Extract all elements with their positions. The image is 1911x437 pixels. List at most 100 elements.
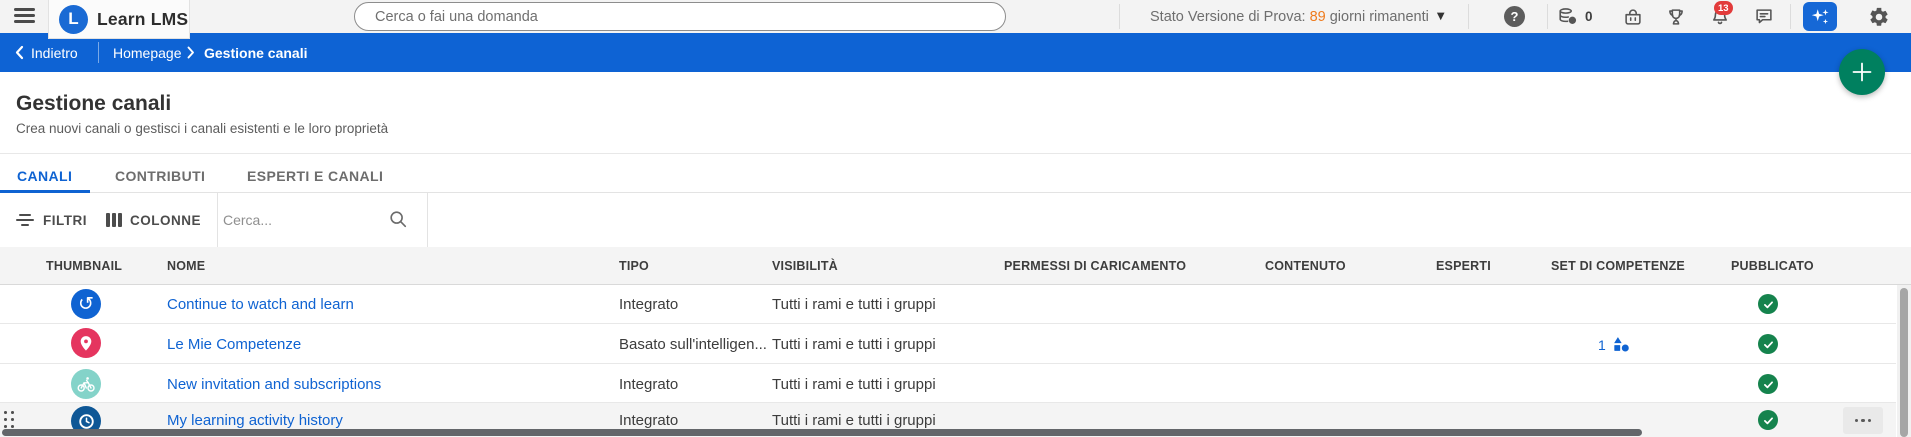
divider (427, 193, 428, 247)
col-header-pubblicato[interactable]: PUBBLICATO (1731, 259, 1814, 273)
table-toolbar: FILTRI COLONNE (0, 193, 1911, 247)
hamburger-menu-icon[interactable] (14, 8, 35, 25)
competence-sets-count: 1 (1598, 336, 1606, 353)
col-header-tipo[interactable]: TIPO (619, 259, 649, 273)
ellipsis-icon (1854, 418, 1859, 423)
history-icon: ↺ (78, 292, 94, 315)
table-row: ↺ Continue to watch and learn Integrato … (0, 285, 1896, 323)
tab-esperti-e-canali[interactable]: ESPERTI E CANALI (247, 168, 383, 184)
logo-icon: L (59, 4, 88, 34)
bike-icon (77, 377, 95, 392)
rewards-button[interactable] (1621, 5, 1645, 29)
col-header-nome[interactable]: NOME (167, 259, 205, 273)
clock-icon (78, 413, 94, 429)
table-search-input[interactable] (223, 207, 383, 233)
filters-label: FILTRI (43, 212, 87, 228)
search-submit-button[interactable] (388, 209, 408, 232)
channel-type: Integrato (619, 296, 679, 313)
channel-thumbnail (71, 369, 101, 399)
vertical-scrollbar-thumb[interactable] (1900, 288, 1908, 437)
trial-status-label: Stato Versione di Prova: (1150, 8, 1306, 25)
global-search-input[interactable] (355, 3, 1005, 30)
add-channel-button[interactable] (1839, 49, 1885, 95)
competence-sets-link[interactable]: 1 (1598, 336, 1631, 353)
published-check-icon (1758, 410, 1778, 430)
search-icon (390, 211, 407, 228)
divider (1547, 4, 1548, 29)
back-label: Indietro (31, 44, 78, 61)
published-check-icon (1758, 374, 1778, 394)
global-search (354, 2, 1006, 31)
app-window: Stato Versione di Prova: 89 giorni riman… (0, 0, 1911, 437)
divider (217, 193, 218, 247)
divider (1468, 4, 1469, 29)
table-row: New invitation and subscriptions Integra… (0, 363, 1896, 402)
col-header-contenuto[interactable]: CONTENUTO (1265, 259, 1346, 273)
chat-icon (1756, 9, 1772, 24)
channel-thumbnail (71, 328, 101, 358)
help-button[interactable]: ? (1504, 6, 1525, 27)
channel-type: Basato sull'intelligen... (619, 336, 767, 353)
trophy-icon (1669, 9, 1683, 25)
tab-contributi[interactable]: CONTRIBUTI (115, 168, 205, 184)
columns-label: COLONNE (130, 212, 201, 228)
channel-visibility: Tutti i rami e tutti i gruppi (772, 412, 936, 429)
channel-name-link[interactable]: Continue to watch and learn (167, 296, 354, 313)
logo-text: Learn LMS (97, 8, 189, 29)
breadcrumb-bar: Indietro Homepage Gestione canali (0, 33, 1911, 72)
published-check-icon (1758, 294, 1778, 314)
trial-status-suffix: giorni rimanenti (1329, 8, 1429, 25)
divider (1119, 4, 1120, 29)
col-header-esperti[interactable]: ESPERTI (1436, 259, 1491, 273)
chevron-down-icon: ▼ (1436, 11, 1445, 22)
divider (98, 42, 99, 63)
page-title: Gestione canali (16, 92, 172, 115)
columns-icon (106, 213, 122, 227)
channel-type: Integrato (619, 412, 679, 429)
col-header-visibilita[interactable]: VISIBILITÀ (772, 259, 838, 273)
col-header-thumbnail[interactable]: THUMBNAIL (46, 259, 122, 273)
table-header-row: THUMBNAIL NOME TIPO VISIBILITÀ PERMESSI … (0, 247, 1911, 285)
columns-button[interactable]: COLONNE (106, 193, 201, 247)
chevron-left-icon (15, 45, 24, 60)
col-header-set-competenze[interactable]: SET DI COMPETENZE (1551, 259, 1685, 273)
divider (0, 153, 1911, 154)
divider (1790, 4, 1791, 29)
row-menu-button[interactable] (1843, 407, 1883, 434)
pin-icon (80, 335, 92, 351)
coins-count: 0 (1585, 9, 1593, 24)
shapes-icon (1613, 337, 1629, 352)
channel-name-link[interactable]: Le Mie Competenze (167, 336, 301, 353)
page-subtitle: Crea nuovi canali o gestisci i canali es… (16, 121, 389, 136)
plus-icon (1852, 62, 1872, 82)
tab-canali[interactable]: CANALI (17, 168, 72, 184)
gift-icon (1625, 9, 1641, 25)
app-logo[interactable]: L Learn LMS (48, 0, 190, 39)
tab-bar: CANALI CONTRIBUTI ESPERTI E CANALI (0, 160, 1911, 193)
coins-button[interactable] (1556, 5, 1580, 29)
channel-visibility: Tutti i rami e tutti i gruppi (772, 376, 936, 393)
settings-button[interactable] (1867, 5, 1891, 29)
filters-button[interactable]: FILTRI (15, 193, 87, 247)
breadcrumb-current: Gestione canali (204, 44, 308, 61)
gear-icon (1870, 7, 1888, 26)
trial-status[interactable]: Stato Versione di Prova: 89 giorni riman… (1150, 0, 1445, 33)
drag-handle-icon[interactable] (4, 411, 16, 429)
filter-icon (15, 213, 35, 227)
published-check-icon (1758, 334, 1778, 354)
trial-days-remaining: 89 (1309, 8, 1326, 25)
channel-name-link[interactable]: My learning activity history (167, 412, 343, 429)
table-row: Le Mie Competenze Basato sull'intelligen… (0, 323, 1896, 363)
ai-assistant-button[interactable] (1803, 2, 1837, 31)
sparkles-icon (1811, 8, 1829, 24)
channel-name-link[interactable]: New invitation and subscriptions (167, 376, 381, 393)
channel-visibility: Tutti i rami e tutti i gruppi (772, 296, 936, 313)
channel-visibility: Tutti i rami e tutti i gruppi (772, 336, 936, 353)
col-header-permessi[interactable]: PERMESSI DI CARICAMENTO (1004, 259, 1186, 273)
messages-button[interactable] (1752, 5, 1776, 29)
question-mark-icon: ? (1510, 9, 1519, 24)
horizontal-scrollbar-thumb[interactable] (2, 429, 1642, 436)
achievements-button[interactable] (1664, 5, 1688, 29)
top-header: Stato Versione di Prova: 89 giorni riman… (0, 0, 1911, 33)
channel-thumbnail: ↺ (71, 289, 101, 319)
